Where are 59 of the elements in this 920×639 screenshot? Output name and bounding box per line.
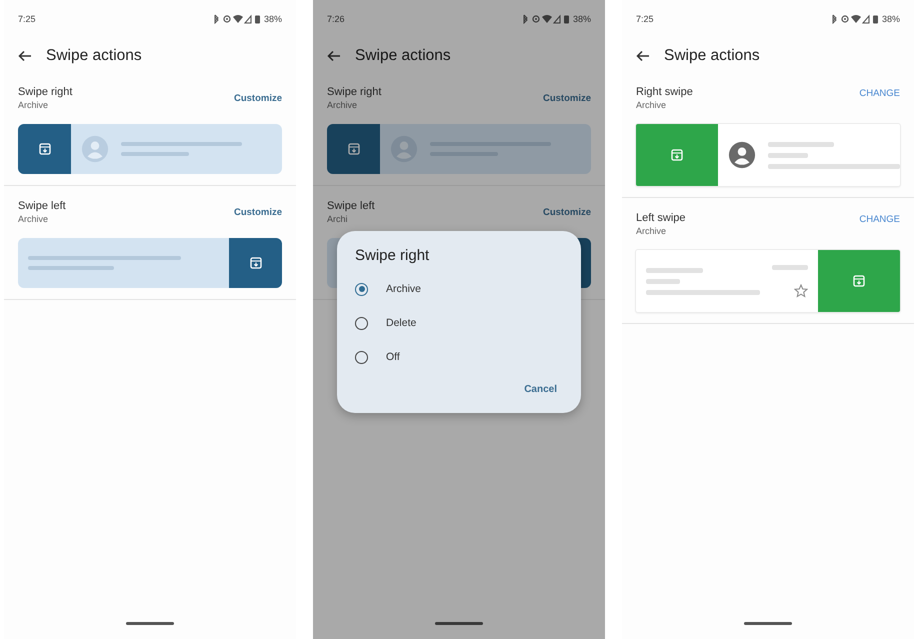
radio-button[interactable] — [355, 282, 368, 296]
battery-percent: 38% — [572, 14, 591, 24]
home-indicator — [435, 622, 483, 625]
screen-title: Swipe actions — [664, 47, 760, 65]
home-indicator — [744, 622, 792, 625]
setting-value: Archive — [18, 100, 50, 110]
archive-icon — [250, 257, 262, 269]
archive-icon — [348, 143, 360, 155]
setting-label: Swipe left — [327, 200, 375, 212]
customize-button[interactable]: Customize — [542, 206, 591, 218]
star-icon — [794, 284, 808, 298]
setting-value: Archive — [636, 100, 668, 110]
setting-label: Left swipe — [636, 212, 686, 224]
avatar-icon — [390, 135, 418, 163]
archive-icon — [38, 143, 50, 155]
status-time: 7:25 — [636, 14, 655, 24]
setting-value: Archive — [636, 226, 668, 236]
placeholder-line — [121, 152, 189, 156]
setting-value: Archive — [18, 214, 50, 224]
cancel-button[interactable]: Cancel — [524, 384, 557, 395]
status-icons — [830, 14, 880, 24]
setting-label: Right swipe — [636, 86, 693, 98]
status-icons — [520, 14, 571, 24]
status-time: 7:25 — [18, 14, 37, 24]
back-arrow-icon[interactable] — [327, 50, 341, 62]
placeholder-line — [646, 278, 680, 284]
back-arrow-icon[interactable] — [636, 50, 650, 62]
battery-percent: 38% — [264, 14, 282, 24]
status-icons — [212, 14, 262, 24]
option-label[interactable]: Off — [386, 351, 400, 363]
customize-button[interactable]: CHANGE — [859, 214, 900, 225]
customize-button[interactable]: CHANGE — [859, 88, 900, 99]
archive-icon — [853, 275, 865, 287]
back-arrow-icon[interactable] — [18, 50, 32, 62]
radio-button[interactable] — [355, 316, 368, 330]
radio-button[interactable] — [355, 350, 368, 364]
setting-label: Swipe left — [18, 200, 66, 212]
screen-title: Swipe actions — [46, 47, 142, 65]
home-indicator — [126, 622, 174, 625]
avatar-icon — [728, 141, 756, 169]
setting-value: Archive — [327, 100, 358, 110]
customize-button[interactable]: Customize — [542, 92, 591, 104]
screen-title: Swipe actions — [355, 47, 451, 65]
setting-label: Swipe right — [327, 86, 382, 98]
placeholder-line — [646, 268, 703, 272]
battery-percent: 38% — [882, 14, 900, 24]
placeholder-line — [768, 142, 834, 146]
archive-icon — [671, 149, 683, 161]
placeholder-line — [768, 152, 808, 158]
dialog-title: Swipe right — [355, 247, 430, 264]
avatar-icon — [81, 135, 109, 163]
setting-label: Swipe right — [18, 86, 72, 98]
setting-value: Archi — [327, 214, 349, 224]
customize-button[interactable]: Customize — [234, 92, 282, 104]
customize-button[interactable]: Customize — [234, 206, 282, 218]
status-time: 7:26 — [327, 14, 346, 24]
placeholder-line — [772, 264, 808, 270]
option-label[interactable]: Delete — [386, 317, 416, 329]
option-label[interactable]: Archive — [386, 283, 422, 295]
